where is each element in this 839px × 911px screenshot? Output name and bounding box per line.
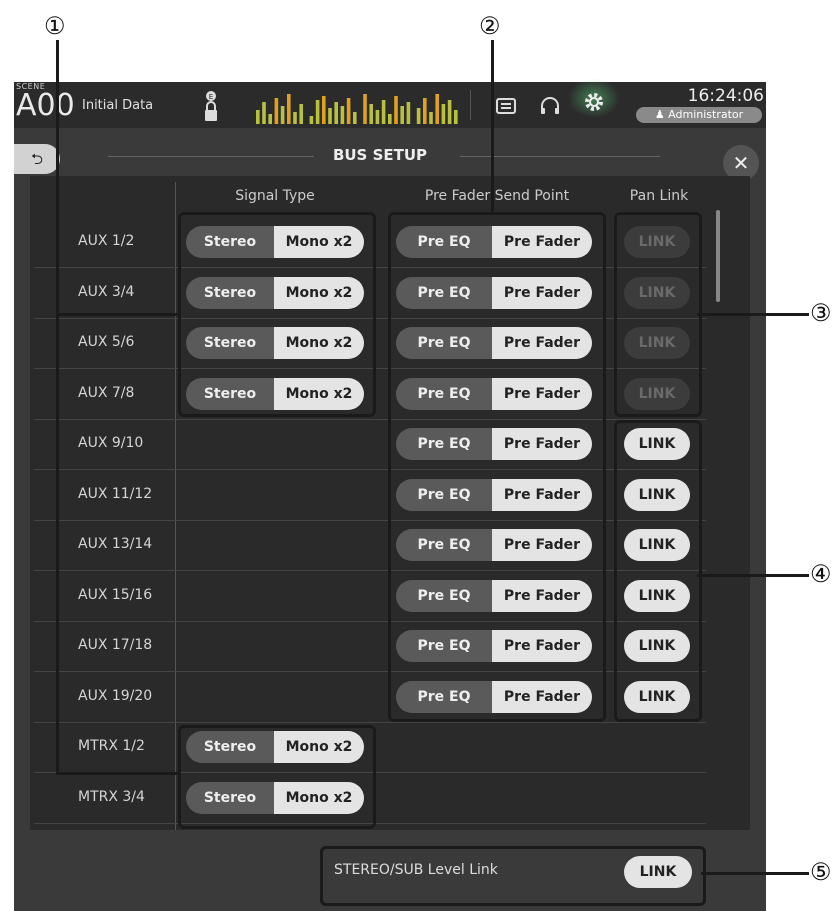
headphones-icon[interactable] [538,96,562,120]
meter-bar [441,104,446,124]
scene-name[interactable]: Initial Data [82,98,153,113]
bus-row-label: AUX 9/10 [78,435,144,451]
bus-row-label: AUX 15/16 [78,586,153,603]
header-pan-link: Pan Link [629,188,689,204]
callout-1-box-aux [178,212,376,417]
lock-icon[interactable]: E [202,90,220,124]
callout-1-box-mtrx [178,725,376,829]
bus-row-label: AUX 17/18 [78,637,153,653]
meter-bar [268,114,272,124]
meter-bar [256,110,260,124]
meter-bar [400,106,404,124]
meter-bar [274,98,279,124]
bus-row-label: AUX 5/6 [78,334,135,350]
callout-2-leader [491,40,494,214]
callout-5-leader [701,872,809,875]
meter-bar [447,100,452,124]
header-signal-type: Signal Type [235,188,315,204]
meter-bar [394,96,398,124]
meter-bar [328,108,332,124]
meter-bar [340,106,345,124]
title-rule-right [460,156,660,157]
callout-3-box [614,212,702,417]
meter-bar [375,110,380,124]
meter-bar [287,94,291,124]
meter-bar [309,116,314,124]
bus-row-label: AUX 1/2 [78,233,135,249]
user-icon: ♟ [654,108,669,121]
callout-5-box [320,846,706,906]
clock: 16:24:06 [687,86,764,106]
meter-bar [416,108,421,124]
bus-row-label: MTRX 1/2 [78,738,145,754]
callout-4-number: ④ [810,560,832,588]
meter-bar [388,114,392,124]
meter-bar [299,104,303,124]
scrollbar[interactable] [716,210,720,302]
meter-bar [280,106,285,124]
meter-bar [334,102,338,124]
callout-3-number: ③ [810,299,832,327]
user-badge[interactable]: ♟ Administrator [636,107,762,123]
callout-1-arm-top [56,313,180,316]
meter-bar [353,112,357,124]
bus-row-label: AUX 11/12 [78,485,153,502]
meter-bar [423,98,427,124]
back-button[interactable]: ⮌ [14,144,60,174]
meter-bar [406,102,411,124]
gear-icon[interactable] [582,90,606,114]
callout-5-number: ⑤ [810,858,832,886]
callout-1-arm-bottom [56,772,180,775]
callout-1-number: ① [44,12,66,40]
meter-bar [322,96,326,124]
row-divider [34,721,706,723]
meter-bar [369,104,373,124]
library-icon[interactable] [494,96,518,120]
bus-row-label: MTRX 3/4 [78,788,145,805]
meter-bar [429,112,433,124]
callout-1-leader [56,40,59,775]
callout-2-number: ② [479,12,501,40]
meter-bar [293,112,297,124]
meter-bar [315,100,320,124]
meter-bar [346,98,351,124]
bus-row-label: AUX 7/8 [78,384,135,401]
user-name: Administrator [668,108,744,121]
column-divider [175,182,176,832]
bus-row-label: AUX 19/20 [78,687,153,704]
meter-bar [262,102,266,124]
level-meters[interactable] [252,88,460,124]
callout-3-leader [697,313,809,316]
bus-row-label: AUX 13/14 [78,536,153,552]
svg-text:E: E [209,93,213,101]
bus-row-label: AUX 3/4 [78,283,135,300]
meter-bar [435,94,439,124]
header-pre-fader-send-point: Pre Fader Send Point [424,188,570,204]
callout-2-box [388,212,606,722]
scene-number[interactable]: A00 [16,86,75,126]
meter-bar [363,94,367,124]
divider [470,90,471,120]
meter-bar [381,100,386,124]
meter-bar [454,110,458,124]
dialog-title: BUS SETUP [332,146,428,164]
callout-4-box [614,420,702,722]
callout-4-leader [697,574,809,577]
